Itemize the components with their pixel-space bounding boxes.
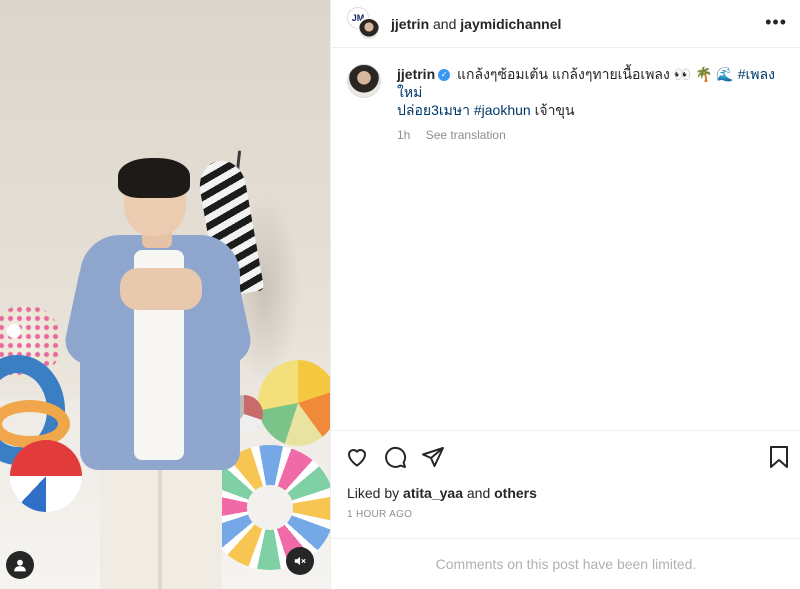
authors-joiner: and bbox=[433, 15, 457, 32]
coauthor-link[interactable]: jaymidichannel bbox=[460, 16, 561, 32]
author-avatar bbox=[357, 16, 381, 41]
comment-icon[interactable] bbox=[383, 445, 407, 469]
post-timestamp: 1 HOUR AGO bbox=[347, 509, 413, 520]
bookmark-icon[interactable] bbox=[767, 445, 791, 469]
caption-emojis: 👀 🌴 🌊 bbox=[673, 66, 734, 82]
comments-limited-notice: Comments on this post have been limited. bbox=[331, 538, 800, 589]
red-beach-ball bbox=[10, 440, 82, 512]
post-actions-area: Liked by atita_yaa and others 1 HOUR AGO bbox=[331, 430, 800, 538]
speaker-muted-icon[interactable] bbox=[286, 547, 314, 575]
hashtag-link-cont[interactable]: ปล่อย3เมษา bbox=[397, 102, 470, 118]
caption-age: 1h bbox=[397, 128, 411, 142]
liker-link[interactable]: atita_yaa bbox=[403, 485, 463, 501]
send-icon[interactable] bbox=[421, 445, 445, 469]
post-header: JM jjetrin and jaymidichannel ••• bbox=[331, 0, 800, 48]
more-horizontal-icon[interactable]: ••• bbox=[765, 12, 787, 33]
caption-text-part2: เจ้าขุน bbox=[534, 102, 575, 118]
caption-meta: 1h See translation bbox=[397, 128, 785, 142]
action-bar bbox=[345, 445, 445, 469]
person-hair bbox=[118, 158, 190, 198]
caption-text: jjetrin ✓ แกล้งๆซ้อมเต้น แกล้งๆทายเนื้อเพ… bbox=[397, 64, 785, 119]
user-tag-icon[interactable] bbox=[6, 551, 34, 579]
likes-joiner: and bbox=[466, 485, 491, 501]
caption-text-part1: แกล้งๆซ้อมเต้น แกล้งๆทายเนื้อเพลง bbox=[457, 66, 670, 82]
caption-username[interactable]: jjetrin bbox=[397, 66, 435, 82]
see-translation-button[interactable]: See translation bbox=[426, 128, 506, 142]
likes-prefix: Liked by bbox=[347, 485, 400, 501]
collab-avatars[interactable]: JM bbox=[347, 6, 381, 41]
post-panel: JM jjetrin and jaymidichannel ••• jjetri… bbox=[330, 0, 800, 589]
yellow-beach-ball bbox=[258, 360, 330, 446]
likes-summary: Liked by atita_yaa and others bbox=[347, 485, 537, 501]
caption-avatar[interactable] bbox=[347, 64, 381, 98]
post-authors: jjetrin and jaymidichannel bbox=[391, 16, 561, 32]
heart-icon[interactable] bbox=[345, 445, 369, 469]
post-caption: jjetrin ✓ แกล้งๆซ้อมเต้น แกล้งๆทายเนื้อเพ… bbox=[331, 48, 800, 142]
hashtag-link-jaokhun[interactable]: #jaokhun bbox=[474, 102, 531, 118]
likes-others-link[interactable]: others bbox=[494, 485, 537, 501]
verified-badge-icon: ✓ bbox=[438, 69, 451, 82]
author-link[interactable]: jjetrin bbox=[391, 16, 429, 32]
post-media[interactable] bbox=[0, 0, 330, 589]
person-hands bbox=[120, 268, 202, 310]
